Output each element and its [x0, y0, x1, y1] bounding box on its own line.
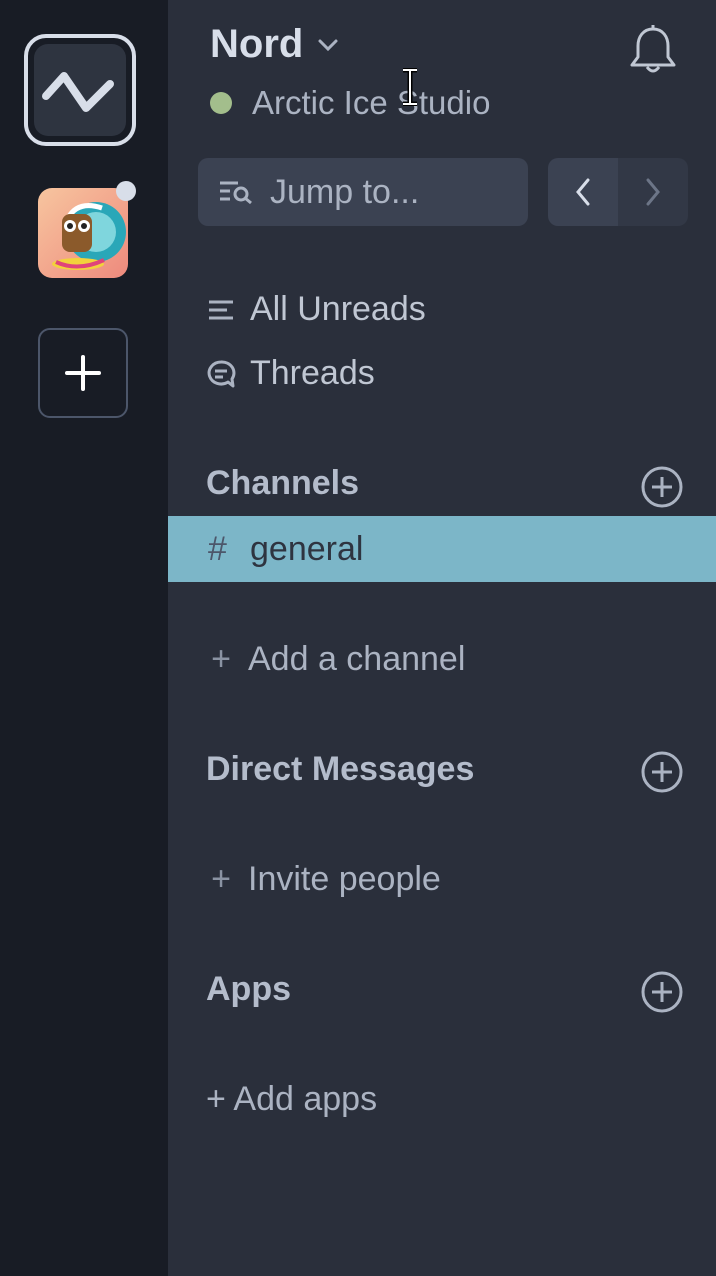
- workspace-name: Nord: [210, 22, 304, 66]
- add-channel-button[interactable]: + Add a channel: [206, 640, 465, 679]
- channel-sidebar: Nord Arctic Ice Studio Jump to... All Un…: [168, 0, 716, 1276]
- back-button[interactable]: [548, 158, 618, 226]
- list-icon: [206, 298, 236, 322]
- plus-icon: [65, 355, 101, 391]
- add-direct-message-icon[interactable]: [640, 750, 684, 794]
- workspace-rail: [0, 0, 168, 1276]
- text-cursor-icon: [403, 68, 417, 106]
- online-status-dot: [210, 92, 232, 114]
- add-workspace-button[interactable]: [38, 328, 128, 418]
- workspace-avatar-image: [38, 188, 128, 278]
- workspace-notification-dot: [116, 181, 136, 201]
- plus-icon: +: [211, 860, 231, 898]
- nav-threads[interactable]: Threads: [206, 354, 375, 393]
- notifications-button[interactable]: [628, 24, 678, 81]
- workspace-name-menu[interactable]: Nord: [210, 22, 339, 67]
- add-channel-label: Add a channel: [248, 640, 466, 678]
- channel-name: general: [250, 529, 364, 568]
- workspace-nord-button[interactable]: [24, 34, 136, 146]
- workspace-logo-icon: [42, 72, 114, 112]
- invite-people-button[interactable]: + Invite people: [206, 860, 441, 899]
- user-status-text: Arctic Ice Studio: [252, 84, 491, 121]
- hash-icon: #: [208, 529, 227, 568]
- nav-all-unreads-label: All Unreads: [250, 290, 426, 328]
- nav-threads-label: Threads: [250, 354, 375, 392]
- user-status[interactable]: Arctic Ice Studio: [210, 84, 490, 122]
- bell-icon: [630, 25, 676, 73]
- channel-item-general[interactable]: # general: [168, 516, 716, 582]
- history-nav: [548, 158, 688, 226]
- add-app-icon[interactable]: [640, 970, 684, 1014]
- plus-icon: +: [211, 640, 231, 678]
- add-apps-button[interactable]: + Add apps: [206, 1080, 377, 1119]
- chevron-left-icon: [576, 178, 590, 206]
- thread-icon: [206, 359, 236, 389]
- chevron-right-icon: [646, 178, 660, 206]
- channels-section-title[interactable]: Channels: [206, 464, 359, 503]
- search-placeholder: Jump to...: [270, 172, 420, 211]
- add-apps-label: + Add apps: [206, 1080, 378, 1118]
- chevron-down-icon: [318, 39, 338, 51]
- forward-button[interactable]: [618, 158, 688, 226]
- invite-people-label: Invite people: [248, 860, 441, 898]
- workspace-logo: [34, 44, 126, 136]
- jump-to-search[interactable]: Jump to...: [198, 158, 528, 226]
- apps-section-title[interactable]: Apps: [206, 970, 291, 1009]
- workspace-avatar-button[interactable]: [38, 188, 128, 278]
- search-icon: [218, 179, 254, 205]
- direct-messages-section-title[interactable]: Direct Messages: [206, 750, 474, 789]
- add-channel-icon[interactable]: [640, 465, 684, 509]
- nav-all-unreads[interactable]: All Unreads: [206, 290, 426, 329]
